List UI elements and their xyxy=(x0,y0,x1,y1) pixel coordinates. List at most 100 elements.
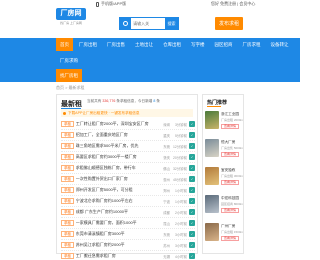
verified-icon: ✓ xyxy=(189,154,195,160)
request-row[interactable]: 求租 东莞市清溪镇租厂房3000平 东莞 3小时前 ✓ xyxy=(61,229,195,240)
nav-item-0[interactable]: 首页 xyxy=(56,38,73,51)
nav-item-3[interactable]: 土地出让 xyxy=(131,38,157,51)
request-title[interactable]: 工厂搬迁急需求租厂房 xyxy=(76,253,161,259)
request-row[interactable]: 求租 招加工厂，全面重庆地区厂房 重庆 5分钟前 ✓ xyxy=(61,130,195,141)
nav-item-1[interactable]: 厂房出租 xyxy=(75,38,101,51)
nav-item-2[interactable]: 厂房出售 xyxy=(103,38,129,51)
request-city: 东莞 xyxy=(163,232,170,237)
request-title[interactable]: 一家模具厂需要厂房，面积1000平 xyxy=(76,220,161,226)
request-row[interactable]: 求租 珠三角地区需求500平米厂房，优先 东莞 12分钟前 ✓ xyxy=(61,141,195,152)
request-row[interactable]: 求租 成都 广东生产厂房约10000平 成都 2小时前 ✓ xyxy=(61,207,195,218)
request-time: 4小时前 xyxy=(174,254,187,259)
request-tag: 求租 xyxy=(61,176,74,182)
verified-icon: ✓ xyxy=(189,253,195,259)
stats-today: 8 xyxy=(153,99,156,103)
view-detail-button[interactable]: 查看详情 xyxy=(221,180,240,185)
logo-subtitle: 找厂房 上厂房网 xyxy=(60,21,82,25)
post-request-button[interactable]: 发布求租 xyxy=(215,17,243,30)
request-title[interactable]: 宁波北仑求购厂房约1000平左右 xyxy=(76,198,161,204)
side-item[interactable]: 中宏科技园 园区招商 8000m² 查看详情 xyxy=(205,195,243,223)
view-detail-button[interactable]: 查看详情 xyxy=(221,236,240,241)
nav-row-1: 首页 厂房出租 厂房出售 土地出让 仓库出租 写字楼 园区招商 厂房求租 设备转让 xyxy=(56,38,293,51)
nav-item-0[interactable]: 找厂房租 xyxy=(56,69,82,82)
request-city: 肇庆 xyxy=(163,155,170,160)
side-item[interactable]: 广州厂房 厂房出租 1500m² 查看详情 xyxy=(205,223,243,251)
notice-text: 下载APP让厂房出租更快 · 一键发布求租信息 xyxy=(68,111,140,115)
property-name[interactable]: 浙江工业园 xyxy=(221,112,243,117)
request-tag: 求租 xyxy=(61,242,74,248)
logo-text: 厂房网 xyxy=(60,10,82,17)
request-title[interactable]: 一次性购置外贸出口厂家厂房 xyxy=(76,176,161,182)
side-item[interactable]: 浙江工业园 厂房出租 2000m² 查看详情 xyxy=(205,111,243,139)
request-city: 深圳 xyxy=(163,122,170,127)
app-notice[interactable]: 下载APP让厂房出租更快 · 一键发布求租信息 xyxy=(61,109,193,117)
property-name[interactable]: 宝安独栋 xyxy=(221,168,243,173)
property-desc: 厂房出租 3000m² xyxy=(221,174,243,178)
nav-item-6[interactable]: 园区招商 xyxy=(211,38,237,51)
request-row[interactable]: 求租 一家模具厂需要厂房，面积1000平 昆山 2小时前 ✓ xyxy=(61,218,195,229)
stats-count: 336,776 xyxy=(102,99,116,103)
logo[interactable]: 厂房网 找厂房 上厂房网 xyxy=(56,8,86,30)
property-name[interactable]: 中宏科技园 xyxy=(221,196,243,201)
request-row[interactable]: 求租 宁波北仑求购厂房约1000平左右 宁波 1小时前 ✓ xyxy=(61,196,195,207)
search-bar: 搜索 xyxy=(119,17,179,30)
search-input[interactable] xyxy=(131,18,166,29)
request-title[interactable]: 高要区求租厂房约3000平一楼厂房 xyxy=(76,154,161,160)
property-thumbnail[interactable] xyxy=(205,111,219,129)
request-title[interactable]: 成都 广东生产厂房约10000平 xyxy=(76,209,161,215)
request-title[interactable]: 珠三角地区需求500平米厂房，优先 xyxy=(76,143,161,149)
view-detail-button[interactable]: 查看详情 xyxy=(221,124,240,129)
property-thumbnail[interactable] xyxy=(205,195,219,213)
request-city: 东莞 xyxy=(163,144,170,149)
side-item[interactable]: 宝安独栋 厂房出租 3000m² 查看详情 xyxy=(205,167,243,195)
verified-icon: ✓ xyxy=(189,121,195,127)
request-title[interactable]: 苏州吴江求租厂房约2000平 xyxy=(76,242,161,248)
request-row[interactable]: 求租 求租佛山顺德区独栋厂房，带行车 佛山 32分钟前 ✓ xyxy=(61,163,195,174)
property-thumbnail[interactable] xyxy=(205,223,219,241)
property-name[interactable]: 恒大厂房 xyxy=(221,140,243,145)
request-title[interactable]: 郑州开发区厂房5000平，可分租 xyxy=(76,187,161,193)
request-city: 苏州 xyxy=(163,243,170,248)
nav-item-4[interactable]: 仓库出租 xyxy=(159,38,185,51)
nav-item-7[interactable]: 厂房求租 xyxy=(239,38,265,51)
side-item[interactable]: 恒大厂房 厂房出售 5000m² 查看详情 xyxy=(205,139,243,167)
request-row[interactable]: 求租 工厂转让租厂房2000平，深圳宝安区厂房 深圳 3分钟前 ✓ xyxy=(61,119,195,130)
request-tag: 求租 xyxy=(61,165,74,171)
phone-icon xyxy=(96,1,99,7)
nav-item-5[interactable]: 写字楼 xyxy=(187,38,209,51)
latest-requests-panel: 最新租 当前共有 336,776 条求租信息，今日新增 8 条 下载APP让厂房… xyxy=(56,94,198,259)
nav-item-0[interactable]: 厂房求购 xyxy=(56,54,82,67)
mobile-link[interactable]: 手机版/APP版 xyxy=(96,1,126,7)
request-time: 5分钟前 xyxy=(174,133,187,138)
verified-icon: ✓ xyxy=(189,187,195,193)
bell-icon xyxy=(63,111,66,115)
request-row[interactable]: 求租 郑州开发区厂房5000平，可分租 郑州 1小时前 ✓ xyxy=(61,185,195,196)
request-row[interactable]: 求租 苏州吴江求租厂房约2000平 苏州 3小时前 ✓ xyxy=(61,240,195,251)
request-row[interactable]: 求租 工厂搬迁急需求租厂房 无锡 4小时前 ✓ xyxy=(61,251,195,260)
view-detail-button[interactable]: 查看详情 xyxy=(221,208,240,213)
property-thumbnail[interactable] xyxy=(205,167,219,185)
login-links[interactable]: 您好 免费注册 | 会员中心 xyxy=(211,1,255,7)
request-city: 郑州 xyxy=(163,188,170,193)
nav-item-8[interactable]: 设备转让 xyxy=(267,38,293,51)
request-row[interactable]: 求租 一次性购置外贸出口厂家厂房 惠州 45分钟前 ✓ xyxy=(61,174,195,185)
request-time: 2小时前 xyxy=(174,221,187,226)
stats-line: 当前共有 336,776 条求租信息，今日新增 8 条 xyxy=(87,99,160,104)
request-list: 求租 工厂转让租厂房2000平，深圳宝安区厂房 深圳 3分钟前 ✓ 求租 招加工厂，全面重庆… xyxy=(61,119,195,260)
request-tag: 求租 xyxy=(61,143,74,149)
request-tag: 求租 xyxy=(61,121,74,127)
property-name[interactable]: 广州厂房 xyxy=(221,224,243,229)
request-title[interactable]: 工厂转让租厂房2000平，深圳宝安区厂房 xyxy=(76,121,161,127)
request-time: 32分钟前 xyxy=(173,166,187,171)
search-button[interactable]: 搜索 xyxy=(165,18,178,29)
request-city: 重庆 xyxy=(163,133,170,138)
request-row[interactable]: 求租 高要区求租厂房约3000平一楼厂房 肇庆 20分钟前 ✓ xyxy=(61,152,195,163)
request-title[interactable]: 东莞市清溪镇租厂房3000平 xyxy=(76,231,161,237)
request-title[interactable]: 招加工厂，全面重庆地区厂房 xyxy=(76,132,161,138)
property-thumbnail[interactable] xyxy=(205,139,219,157)
request-time: 3小时前 xyxy=(174,243,187,248)
view-detail-button[interactable]: 查看详情 xyxy=(221,152,240,157)
request-time: 1小时前 xyxy=(174,188,187,193)
request-title[interactable]: 求租佛山顺德区独栋厂房，带行车 xyxy=(76,165,161,171)
stats-prefix: 当前共有 xyxy=(87,99,102,103)
